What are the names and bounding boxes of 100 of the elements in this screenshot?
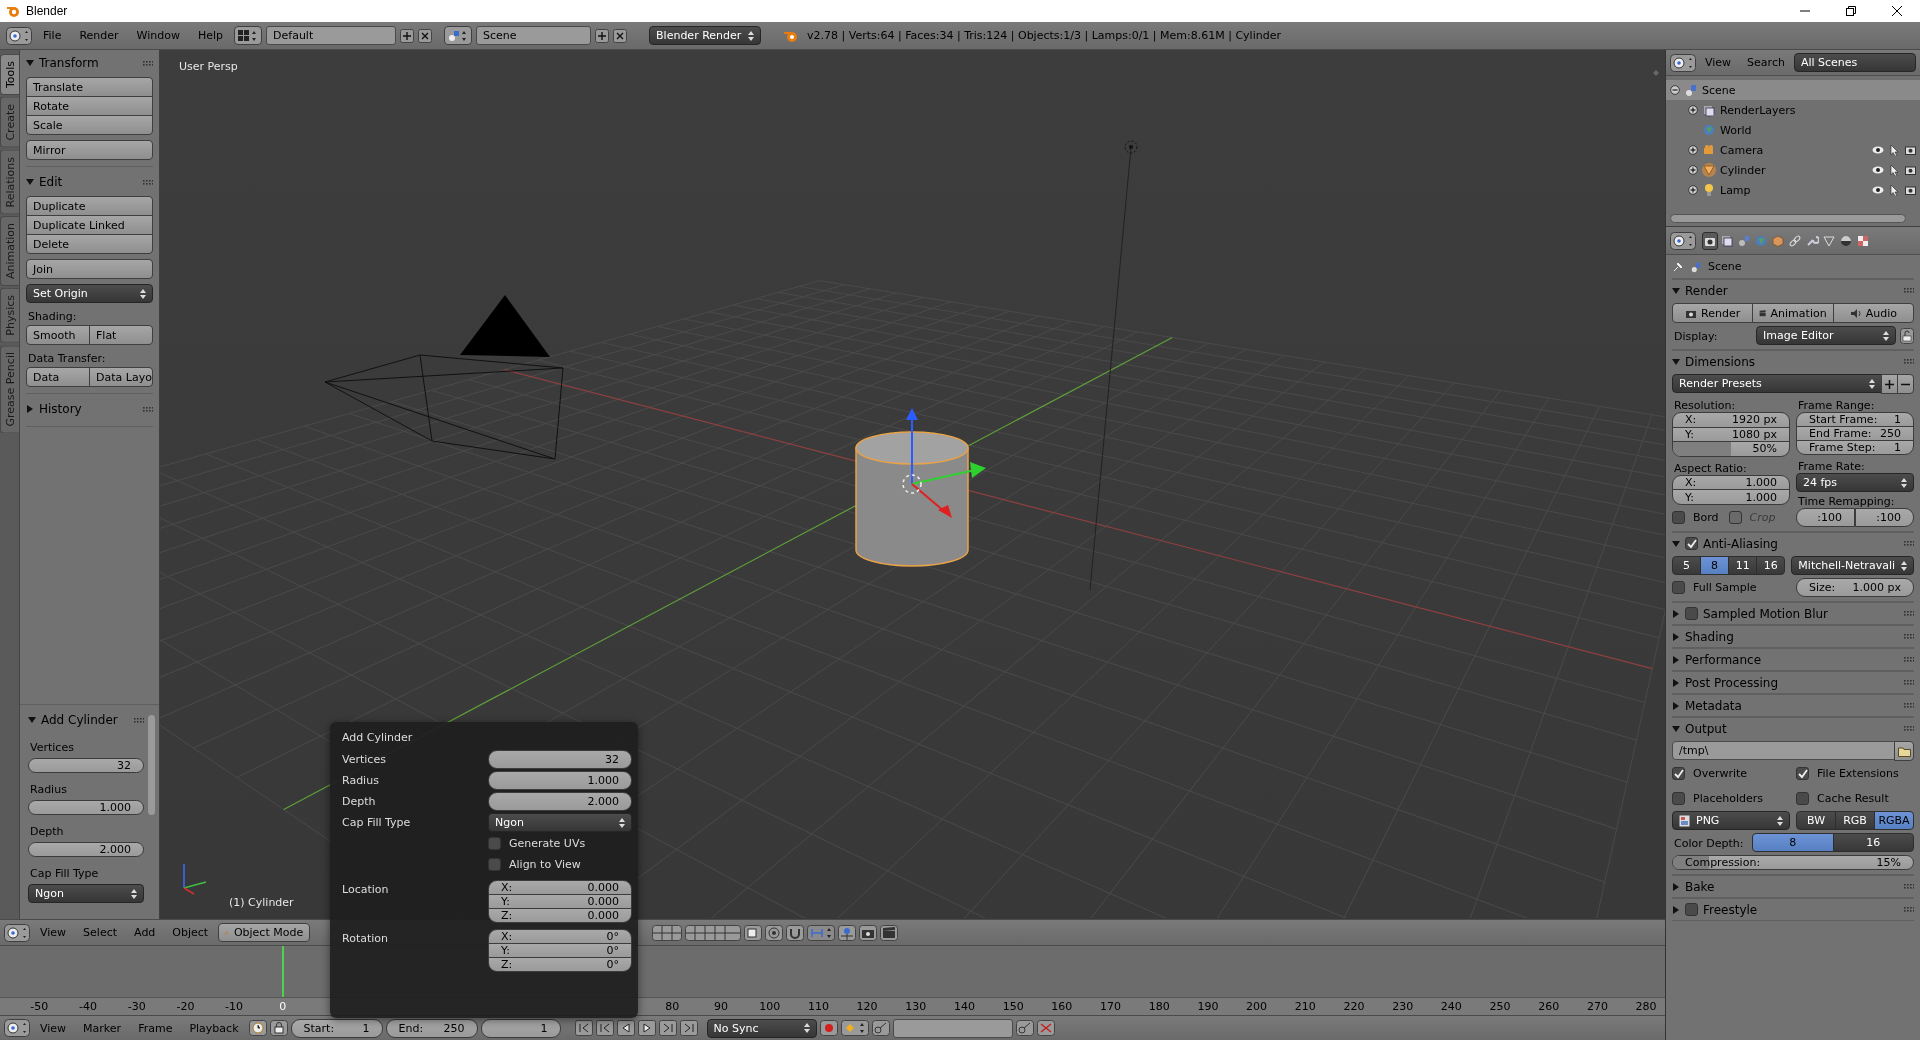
color-depth-option[interactable]: 16 <box>1832 833 1914 852</box>
add-icon[interactable] <box>400 28 415 43</box>
checkbox[interactable] <box>488 858 501 871</box>
checkbox[interactable] <box>1672 767 1685 780</box>
checkbox[interactable] <box>1796 792 1809 805</box>
filter-dropdown[interactable]: Mitchell-Netravali <box>1791 556 1914 575</box>
pin-icon[interactable] <box>1672 260 1684 273</box>
number-field[interactable]: Y: 1.000 <box>1672 489 1790 505</box>
cap-fill-dropdown[interactable]: Ngon <box>488 813 632 832</box>
close-icon[interactable] <box>418 28 433 43</box>
sample-count-option[interactable]: 8 <box>1700 556 1730 575</box>
camera-icon[interactable] <box>859 924 878 941</box>
percentage-slider[interactable]: 50% <box>1672 441 1790 457</box>
tool-button[interactable]: Data Layo <box>89 367 153 387</box>
eye-icon[interactable] <box>1872 144 1884 155</box>
number-field[interactable]: 2.000 <box>28 842 144 857</box>
properties-editor-icon[interactable] <box>1670 231 1696 250</box>
lock-icon[interactable] <box>1900 327 1914 344</box>
collapse-triangle-icon[interactable] <box>1672 286 1680 295</box>
clock-icon[interactable] <box>248 1020 267 1036</box>
magnet-icon[interactable] <box>786 924 805 941</box>
pivot-icon[interactable] <box>744 924 763 941</box>
clapperboard-icon[interactable] <box>880 924 899 941</box>
grip-icon[interactable] <box>1904 634 1914 639</box>
number-field[interactable]: 1.000 <box>488 771 632 790</box>
outliner-row[interactable]: Cylinder <box>1666 160 1920 180</box>
menu-item[interactable]: View <box>33 926 74 939</box>
cursor-icon[interactable] <box>1890 184 1899 196</box>
collapse-triangle-icon[interactable] <box>1672 724 1680 733</box>
menu-item[interactable]: View <box>1698 56 1739 69</box>
panel-title[interactable]: Render <box>1685 283 1728 298</box>
menu-item[interactable]: View <box>33 1021 74 1035</box>
scene-type-icon[interactable] <box>444 26 473 45</box>
tool-button[interactable]: Data <box>26 367 90 387</box>
outliner-item-name[interactable]: World <box>1720 123 1752 137</box>
menu-item[interactable]: Help <box>190 29 231 42</box>
screen-layout-icon[interactable] <box>234 26 263 45</box>
grip-icon[interactable] <box>143 60 153 66</box>
close-icon[interactable] <box>613 28 628 43</box>
tool-button[interactable]: Join <box>26 259 153 279</box>
grip-icon[interactable] <box>1904 884 1914 889</box>
shelf-tab[interactable]: Tools <box>0 54 19 96</box>
outliner-row[interactable]: Camera <box>1666 140 1920 160</box>
browse-folder-button[interactable] <box>1894 741 1914 761</box>
proportional-edit-icon[interactable] <box>765 924 784 941</box>
expand-triangle-icon[interactable] <box>1672 655 1680 664</box>
outliner-row[interactable]: World <box>1666 120 1920 140</box>
expand-triangle-icon[interactable] <box>1672 882 1680 891</box>
camera-icon[interactable] <box>1905 144 1916 155</box>
grip-icon[interactable] <box>1904 680 1914 685</box>
color-mode-option[interactable]: BW <box>1796 811 1836 830</box>
jump-start-icon[interactable] <box>574 1020 593 1036</box>
expand-icon[interactable] <box>1688 145 1698 155</box>
panel-title[interactable]: Metadata <box>1685 698 1742 713</box>
add-icon[interactable] <box>595 28 610 43</box>
color-depth-option[interactable]: 8 <box>1752 833 1834 852</box>
end-frame-field[interactable]: End: 250 <box>385 1018 478 1038</box>
menu-item[interactable]: Marker <box>76 1021 129 1035</box>
grid-icon[interactable] <box>652 924 683 941</box>
menu-item[interactable]: Search <box>1740 56 1792 69</box>
grip-icon[interactable] <box>1904 907 1914 912</box>
panel-title[interactable]: Bake <box>1685 879 1715 894</box>
display-mode-dropdown[interactable]: All Scenes <box>1793 53 1916 72</box>
info-editor-icon[interactable] <box>6 26 32 45</box>
checkbox[interactable] <box>1685 607 1698 620</box>
tool-button[interactable]: Flat <box>89 325 153 345</box>
scrollbar-thumb[interactable] <box>148 715 155 815</box>
grip-icon[interactable] <box>1904 611 1914 616</box>
eye-icon[interactable] <box>1872 164 1884 175</box>
checkbox[interactable] <box>1672 792 1685 805</box>
file-format-dropdown[interactable]: PNG <box>1672 811 1790 830</box>
expand-triangle-icon[interactable] <box>1672 678 1680 687</box>
collapse-triangle-icon[interactable] <box>28 716 36 724</box>
camera-icon[interactable] <box>1905 184 1916 195</box>
grip-icon[interactable] <box>134 717 144 723</box>
number-field[interactable]: 32 <box>28 758 144 773</box>
number-field[interactable]: Size: 1.000 px <box>1796 578 1914 597</box>
panel-title[interactable]: Transform <box>39 56 99 70</box>
lock-icon[interactable] <box>269 1020 288 1036</box>
grip-icon[interactable] <box>1904 359 1914 364</box>
cap-fill-dropdown[interactable]: Ngon <box>28 884 144 903</box>
checkbox[interactable] <box>488 837 501 850</box>
number-field[interactable]: 32 <box>488 750 632 769</box>
menu-item[interactable]: Window <box>129 29 187 42</box>
number-field[interactable]: X: 1.000 <box>1672 474 1790 491</box>
number-field[interactable]: :100 <box>1855 508 1914 527</box>
outliner-item-name[interactable]: Scene <box>1702 83 1736 97</box>
jump-end-icon[interactable] <box>679 1020 698 1036</box>
tool-button[interactable]: Duplicate <box>26 196 153 216</box>
timeline-editor-icon[interactable] <box>4 1019 30 1037</box>
3d-view-editor-icon[interactable] <box>4 923 30 942</box>
tool-button[interactable]: Delete <box>26 234 153 254</box>
menu-item[interactable]: Frame <box>131 1021 180 1035</box>
current-frame-field[interactable]: 1 <box>480 1018 561 1038</box>
scene-field[interactable]: Scene <box>476 26 592 45</box>
checkbox[interactable] <box>1685 903 1698 916</box>
eye-icon[interactable] <box>1872 184 1884 195</box>
insert-keyframe-icon[interactable] <box>1015 1020 1034 1036</box>
menu-item[interactable]: Object <box>165 926 216 939</box>
outliner-editor-icon[interactable] <box>1670 53 1696 72</box>
